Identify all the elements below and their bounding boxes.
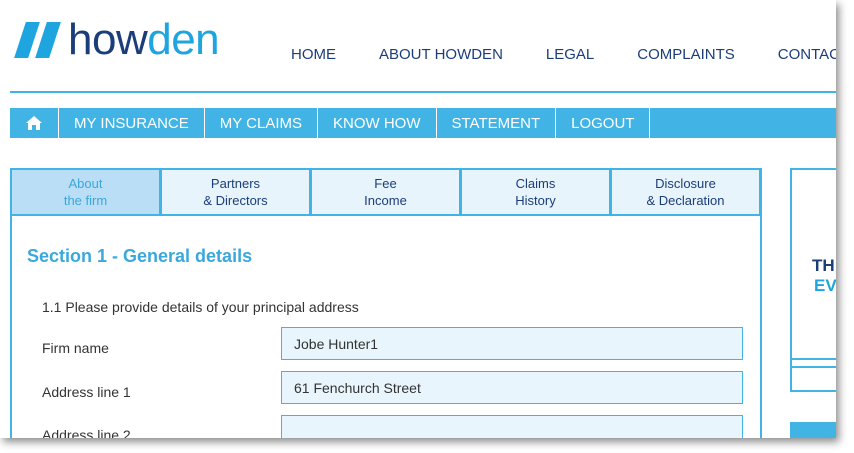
tab-fee-income[interactable]: Fee Income (310, 168, 461, 216)
tab-label-line1: Disclosure (655, 176, 716, 191)
address-line-1-label: Address line 1 (42, 384, 131, 400)
address-line-1-input[interactable] (281, 371, 743, 404)
menu-my-insurance[interactable]: MY INSURANCE (59, 108, 205, 138)
promo-text-line1: TH (812, 256, 835, 275)
side-promo-panel: TH EV (790, 168, 836, 392)
menu-statement[interactable]: STATEMENT (437, 108, 557, 138)
browser-page: howden HOME ABOUT HOWDEN LEGAL COMPLAINT… (0, 0, 836, 438)
section-title: Section 1 - General details (27, 246, 253, 266)
firm-name-label: Firm name (42, 340, 109, 356)
tab-about-the-firm[interactable]: About the firm (10, 168, 161, 216)
nav-about-howden[interactable]: ABOUT HOWDEN (379, 46, 503, 63)
address-line-2-label: Address line 2 (42, 427, 131, 438)
tab-label-line2: & Declaration (646, 193, 725, 208)
form-tabs: About the firm Partners & Directors Fee … (10, 168, 761, 216)
menu-know-how[interactable]: KNOW HOW (318, 108, 437, 138)
menu-my-claims[interactable]: MY CLAIMS (205, 108, 318, 138)
tab-label-line1: Fee (374, 176, 397, 191)
promo-text-line2: EV (814, 276, 836, 295)
firm-name-input[interactable] (281, 327, 743, 360)
logo-text-part1: how (68, 15, 148, 64)
tab-label-line2: the firm (63, 193, 108, 208)
nav-home[interactable]: HOME (291, 46, 336, 63)
tab-label-line1: Partners (210, 176, 261, 191)
top-navigation: HOME ABOUT HOWDEN LEGAL COMPLAINTS CONTA… (291, 46, 836, 63)
nav-complaints[interactable]: COMPLAINTS (637, 46, 735, 63)
tab-partners-directors[interactable]: Partners & Directors (160, 168, 311, 216)
logo-text-part2: den (147, 15, 220, 64)
logo-text: howden (68, 15, 220, 64)
home-button[interactable] (10, 108, 59, 138)
account-menu-bar: MY INSURANCE MY CLAIMS KNOW HOW STATEMEN… (10, 108, 836, 138)
tab-label-line2: Income (364, 193, 407, 208)
tab-disclosure-declaration[interactable]: Disclosure & Declaration (610, 168, 761, 216)
tab-claims-history[interactable]: Claims History (460, 168, 611, 216)
tab-label-line2: History (515, 193, 556, 208)
menu-logout[interactable]: LOGOUT (556, 108, 651, 138)
home-icon (26, 116, 42, 130)
promo-divider (792, 358, 836, 360)
logo-mark-icon (14, 20, 64, 60)
section-subtitle: 1.1 Please provide details of your princ… (42, 299, 359, 315)
nav-legal[interactable]: LEGAL (546, 46, 594, 63)
nav-contact[interactable]: CONTACT (778, 46, 836, 63)
tab-label-line1: Claims (515, 176, 556, 191)
tab-label-line2: & Directors (203, 193, 268, 208)
howden-logo[interactable]: howden (14, 15, 220, 64)
address-line-2-input[interactable] (281, 415, 743, 438)
side-promo-button[interactable] (790, 422, 836, 438)
tab-label-line1: About (68, 176, 103, 191)
header-divider (10, 91, 836, 93)
promo-divider (792, 366, 836, 368)
